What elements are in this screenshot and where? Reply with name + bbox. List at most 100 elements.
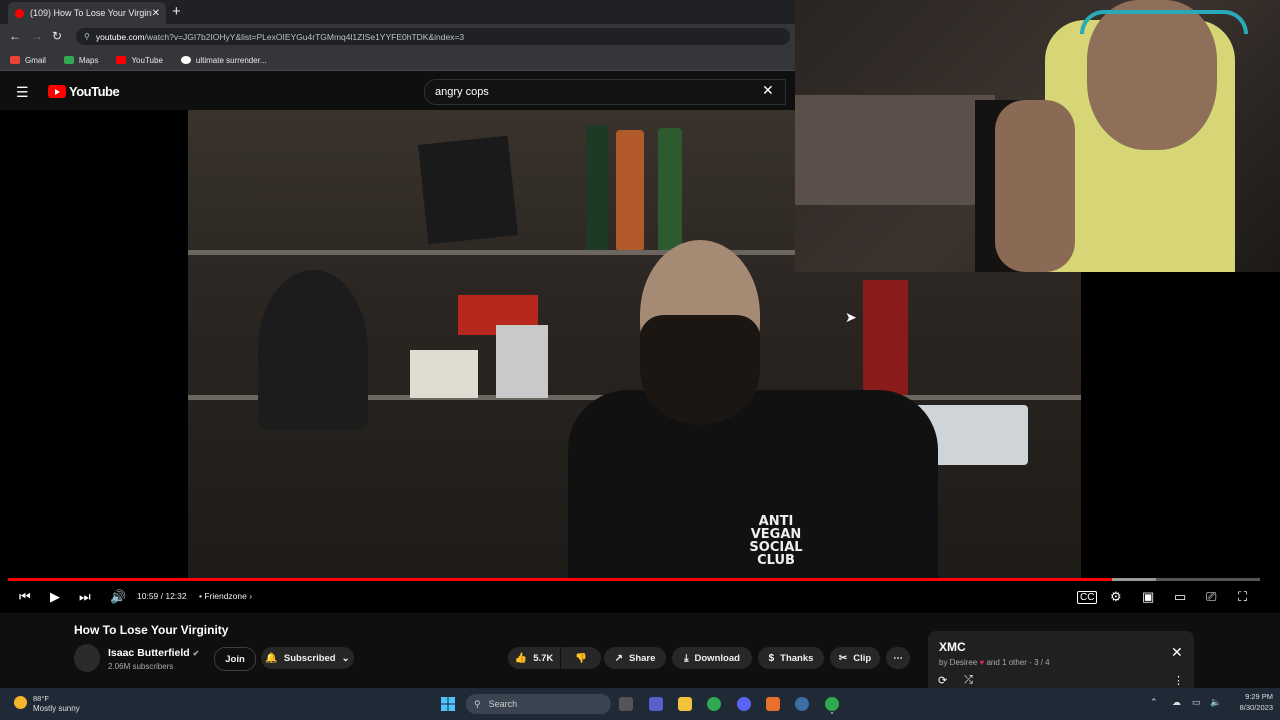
host-beard xyxy=(640,315,760,425)
time-display: 10:59 / 12:32 xyxy=(137,591,187,601)
scissors-icon: ✂ xyxy=(838,652,848,664)
volume-tray-icon[interactable]: 🔈 xyxy=(1210,697,1221,708)
bookmark-gmail[interactable]: Gmail xyxy=(10,56,46,65)
play-icon[interactable]: ▶ xyxy=(50,589,60,605)
menu-icon[interactable]: ☰ xyxy=(16,84,29,101)
video-title: How To Lose Your Virginity xyxy=(74,623,229,637)
share-button[interactable]: ↗ Share xyxy=(604,647,666,669)
thanks-icon: $ xyxy=(768,652,775,664)
app-icon[interactable] xyxy=(795,697,809,711)
join-button[interactable]: Join xyxy=(214,647,256,671)
books xyxy=(863,280,908,395)
clip-button[interactable]: ✂ Clip xyxy=(830,647,880,669)
tray-icon[interactable]: ☁ xyxy=(1172,697,1181,708)
back-icon[interactable]: ← xyxy=(9,29,21,43)
clear-search-icon[interactable]: ✕ xyxy=(762,82,774,99)
discord-icon[interactable] xyxy=(737,697,751,711)
download-button[interactable]: ⤓ Download xyxy=(672,647,752,669)
bottle xyxy=(658,128,682,250)
shuffle-icon[interactable]: ⤮ xyxy=(964,674,973,687)
windows-taskbar xyxy=(0,688,1280,720)
channel-name[interactable]: Isaac Butterfield ✔ xyxy=(108,647,199,659)
bookmark-ultimate-surrender[interactable]: ultimate surrender... xyxy=(180,56,267,65)
url-path: /watch?v=JGI7b2IOHyY&list=PLexOIEYGu4rTG… xyxy=(144,31,465,42)
bookmark-youtube[interactable]: YouTube xyxy=(116,56,163,65)
chrome-active-icon[interactable] xyxy=(825,697,839,711)
chalkboard xyxy=(418,135,518,245)
share-icon: ↗ xyxy=(614,652,623,664)
bell-icon: 🔔 xyxy=(265,652,278,664)
theater-mode-icon[interactable]: ▭ xyxy=(1174,589,1186,605)
captions-icon[interactable]: CC xyxy=(1077,591,1098,604)
thanks-button[interactable]: $ Thanks xyxy=(758,647,824,669)
youtube-logo[interactable]: YouTube xyxy=(48,84,120,99)
taskbar-time[interactable]: 9:29 PM xyxy=(1237,692,1273,701)
search-input[interactable]: angry cops xyxy=(424,79,786,105)
lightbox-sign xyxy=(410,350,478,398)
url-domain: youtube.com xyxy=(95,31,145,42)
youtube-favicon-icon xyxy=(15,8,24,18)
bookmarks-bar: Gmail Maps YouTube ultimate surrender... xyxy=(0,50,795,71)
app-icon[interactable] xyxy=(766,697,780,711)
figure-box xyxy=(496,325,548,398)
site-info-icon[interactable]: ⚲ xyxy=(84,32,90,41)
youtube-icon xyxy=(116,56,127,64)
progress-played xyxy=(8,578,1113,581)
playlist-menu-icon[interactable]: ⋮ xyxy=(1173,674,1184,687)
weather-sun-icon[interactable] xyxy=(14,696,27,709)
stool xyxy=(258,270,368,430)
cast-icon[interactable]: ⎚ xyxy=(1206,589,1216,605)
emoji-icon: ♥ xyxy=(979,658,985,667)
search-icon: ⚲ xyxy=(474,698,481,709)
bookmark-maps[interactable]: Maps xyxy=(63,56,98,65)
network-icon[interactable]: ▭ xyxy=(1192,697,1201,708)
tab-title: (109) How To Lose Your Virginity xyxy=(30,8,152,18)
shirt-print: ANTI VEGAN SOCIAL CLUB xyxy=(749,514,803,568)
tray-chevron-icon[interactable]: ⌃ xyxy=(1150,697,1158,708)
file-explorer-icon[interactable] xyxy=(678,697,692,711)
loop-icon[interactable]: ⟳ xyxy=(938,674,947,687)
dislike-button[interactable]: 👎 xyxy=(561,647,601,669)
subscribed-button[interactable]: 🔔 Subscribed ⌄ xyxy=(261,647,354,669)
previous-icon[interactable]: ⏮ xyxy=(19,589,31,605)
task-view-icon[interactable] xyxy=(619,697,633,711)
thumbs-up-icon: 👍 xyxy=(514,652,528,664)
reload-icon[interactable]: ↻ xyxy=(52,29,62,43)
bottle xyxy=(586,125,608,250)
thumbs-down-icon: 👎 xyxy=(575,652,587,664)
tab-close-icon[interactable]: ✕ xyxy=(152,8,160,19)
weather-desc[interactable]: Mostly sunny xyxy=(33,704,80,713)
close-playlist-icon[interactable]: ✕ xyxy=(1171,644,1183,661)
new-tab-button[interactable]: + xyxy=(172,3,181,20)
forward-icon[interactable]: → xyxy=(31,29,43,43)
more-actions-button[interactable]: ⋯ xyxy=(886,647,910,669)
browser-tab[interactable]: (109) How To Lose Your Virginity ✕ xyxy=(8,2,166,24)
maps-icon xyxy=(63,56,74,64)
weather-temp[interactable]: 88°F xyxy=(33,694,49,703)
next-icon[interactable]: ⏭ xyxy=(79,589,91,605)
settings-icon[interactable]: ⚙ xyxy=(1110,589,1122,605)
gmail-icon xyxy=(10,56,20,64)
google-icon xyxy=(180,56,191,64)
verified-icon: ✔ xyxy=(192,649,200,658)
like-button[interactable]: 👍 5.7K xyxy=(508,647,560,669)
taskbar-search[interactable]: ⚲ Search xyxy=(466,694,611,714)
playlist-title[interactable]: XMC xyxy=(939,640,966,654)
url-field[interactable]: ⚲ youtube.com /watch?v=JGI7b2IOHyY&list=… xyxy=(76,28,790,45)
volume-icon[interactable]: 🔊 xyxy=(110,589,126,605)
fullscreen-icon[interactable]: ⛶ xyxy=(1238,589,1247,605)
channel-avatar[interactable] xyxy=(74,644,100,672)
progress-bar[interactable] xyxy=(8,578,1260,581)
progress-buffered xyxy=(1112,578,1157,581)
taskbar-date[interactable]: 8/30/2023 xyxy=(1225,703,1273,712)
mouse-cursor-icon: ➤ xyxy=(845,309,857,325)
chapter-button[interactable]: • Friendzone › xyxy=(199,591,252,601)
teams-icon[interactable] xyxy=(649,697,663,711)
chrome-icon[interactable] xyxy=(707,697,721,711)
streamer-arm xyxy=(995,100,1075,272)
download-icon: ⤓ xyxy=(684,652,689,664)
bottle xyxy=(616,130,644,250)
subscriber-count: 2.06M subscribers xyxy=(108,662,174,671)
miniplayer-icon[interactable]: ▣ xyxy=(1142,589,1154,605)
windows-start-icon[interactable] xyxy=(441,697,455,716)
